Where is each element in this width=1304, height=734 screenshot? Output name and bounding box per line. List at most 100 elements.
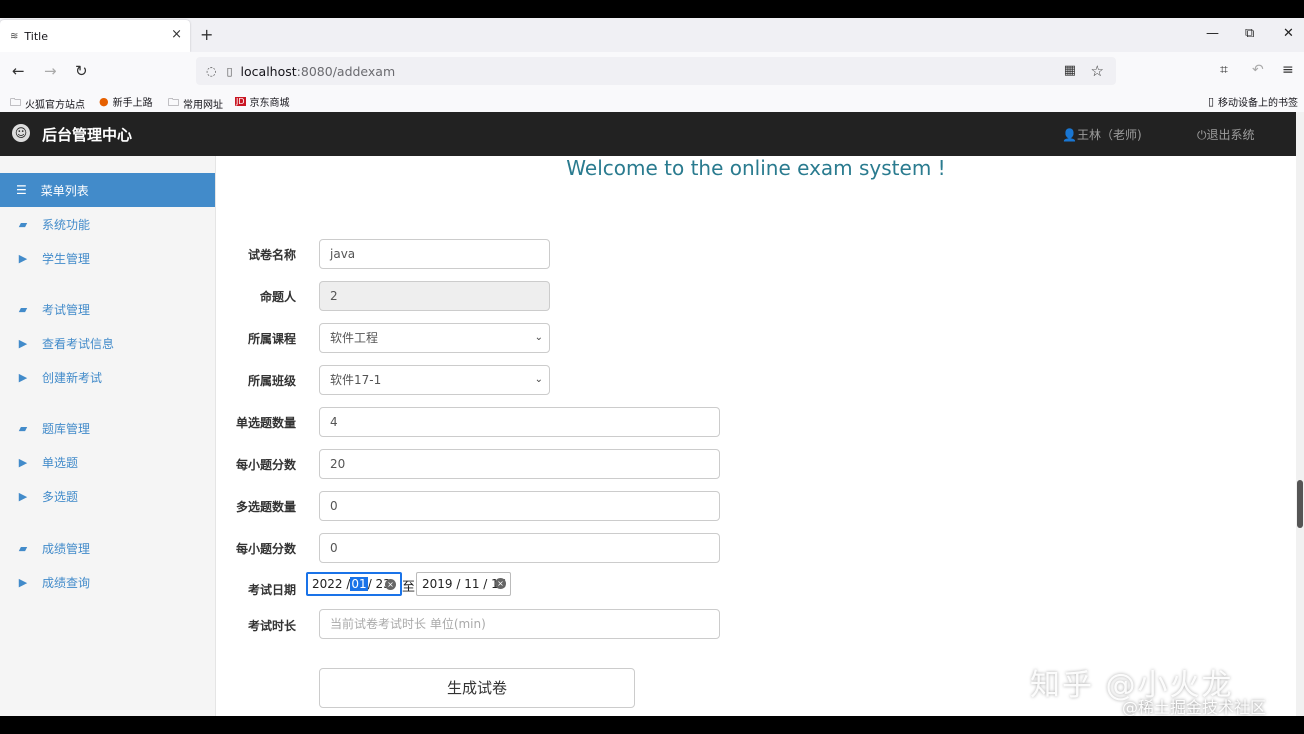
scrollbar-thumb[interactable] [1297,480,1303,528]
date-label: 考试日期 [247,583,296,597]
minimize-button[interactable]: — [1206,26,1219,41]
play-icon: ▶ [18,251,28,265]
briefcase-icon: ▰ [18,541,28,555]
sidebar-item-view-exams[interactable]: ▶ 查看考试信息 [0,328,215,358]
exam-name-label: 试卷名称 [247,248,296,262]
mobile-bookmarks[interactable]: ▯ 移动设备上的书签 [1208,94,1298,109]
sidebar-item-students[interactable]: ▶ 学生管理 [0,243,215,273]
browser-tab[interactable]: ≋ Title × [0,20,190,52]
course-selected-value: 软件工程 [330,331,379,345]
briefcase-icon: ▰ [18,421,28,435]
play-icon: ▶ [18,336,28,350]
sidebar-item-question-bank[interactable]: ▰ 题库管理 [0,413,215,443]
multi-score-label: 每小题分数 [235,542,296,556]
sidebar-item-grades[interactable]: ▰ 成绩管理 [0,533,215,563]
play-icon: ▶ [18,455,28,469]
welcome-title: Welcome to the online exam system ! [566,156,946,180]
single-score-input[interactable]: 20 [319,449,720,479]
sidebar-item-menu-list[interactable]: ☰ 菜单列表 [0,173,215,207]
forward-button[interactable]: → [44,62,57,80]
sidebar-item-single-choice[interactable]: ▶ 单选题 [0,447,215,477]
sidebar-item-system[interactable]: ▰ 系统功能 [0,209,215,239]
sidebar-item-multi-choice[interactable]: ▶ 多选题 [0,481,215,511]
undo-icon[interactable]: ↶ [1252,62,1264,78]
main-content: Welcome to the online exam system ! 试卷名称… [216,156,1296,716]
sidebar-item-label: 菜单列表 [40,183,89,198]
new-tab-button[interactable]: + [200,25,213,44]
bookmark-item[interactable]: JD 京东商城 [235,94,290,109]
sidebar-item-label: 单选题 [42,455,79,470]
sidebar: ☰ 菜单列表 ▰ 系统功能 ▶ 学生管理 ▰ 考试管理 ▶ 查看考试信息 ▶ 创建新考试 … [0,156,216,716]
folder-icon: 🗀 [10,96,21,109]
firefox-icon: ● [99,95,109,108]
bookmark-item[interactable]: ● 新手上路 [99,94,153,109]
duration-input[interactable]: 当前试卷考试时长 单位(min) [319,609,720,639]
bookmark-item[interactable]: 🗀 火狐官方站点 [10,94,85,113]
qr-code-icon[interactable]: ▦ [1064,63,1076,78]
class-select[interactable]: 软件17-1 ⌄ [319,365,550,395]
tab-title: Title [24,29,48,43]
end-date-input[interactable]: 2019 / 11 / 16 × [416,572,511,596]
window-close-button[interactable]: ✕ [1283,26,1294,41]
video-letterbox-bottom [0,716,1304,734]
sidebar-item-label: 查看考试信息 [42,336,115,351]
play-icon: ▶ [18,370,28,384]
logout-label: 退出系统 [1206,128,1255,142]
restore-button[interactable]: ⧉ [1245,26,1254,41]
app-header: ☺ 后台管理中心 👤王林（老师) ⏻退出系统 [0,112,1296,156]
course-select[interactable]: 软件工程 ⌄ [319,323,550,353]
logo-icon: ☺ [12,124,30,142]
bookmarks-bar: 🗀 火狐官方站点 ● 新手上路 🗀 常用网址 JD 京东商城 ▯ 移动设备上的书签 [0,90,1304,112]
url-text[interactable]: localhost:8080/addexam [241,64,396,79]
clear-icon[interactable]: × [385,579,396,590]
url-host: localhost [240,63,297,79]
user-menu[interactable]: 👤王林（老师) [1062,126,1142,143]
menu-icon[interactable]: ≡ [1282,62,1294,78]
page-icon: ▯ [226,64,233,78]
start-date-month[interactable]: 01 [350,577,368,591]
chevron-down-icon: ⌄ [534,332,543,343]
reload-button[interactable]: ↻ [75,62,88,80]
end-date-value: 2019 / 11 / 16 [422,577,507,591]
multi-score-input[interactable]: 0 [319,533,720,563]
chevron-down-icon: ⌄ [534,374,543,385]
mobile-device-icon: ▯ [1207,95,1214,108]
single-score-label: 每小题分数 [235,458,296,472]
multi-count-input[interactable]: 0 [319,491,720,521]
sidebar-item-grade-query[interactable]: ▶ 成绩查询 [0,567,215,597]
sidebar-item-label: 成绩查询 [42,575,91,590]
sidebar-item-label: 系统功能 [42,217,91,232]
bookmark-star-icon[interactable]: ☆ [1091,62,1104,80]
jd-icon: JD [235,97,246,106]
author-input: 2 [319,281,550,311]
sidebar-item-create-exam[interactable]: ▶ 创建新考试 [0,362,215,392]
sidebar-item-label: 题库管理 [42,421,91,436]
tracking-shield-icon[interactable]: ◌ [206,64,216,78]
sidebar-item-label: 学生管理 [42,251,91,266]
crop-icon[interactable]: ⌗ [1220,62,1228,78]
play-icon: ▶ [18,489,28,503]
exam-name-input[interactable]: java [319,239,550,269]
start-date-input[interactable]: 2022 /01/ 23 × [306,572,402,596]
bookmark-label: 新手上路 [112,98,153,109]
briefcase-icon: ▰ [18,302,28,316]
sidebar-item-exams[interactable]: ▰ 考试管理 [0,294,215,324]
date-range-separator: 至 [402,580,416,595]
single-count-input[interactable]: 4 [319,407,720,437]
start-date-year: 2022 / [312,577,351,591]
generate-exam-button[interactable]: 生成试卷 [319,668,635,708]
url-path: :8080/addexam [296,63,396,79]
app-brand[interactable]: 后台管理中心 [42,124,132,145]
power-icon: ⏻ [1197,128,1207,142]
user-icon: 👤 [1062,128,1077,142]
sidebar-item-label: 成绩管理 [42,541,91,556]
page-scrollbar[interactable] [1296,112,1304,716]
logout-link[interactable]: ⏻退出系统 [1197,126,1255,143]
bookmark-label: 常用网址 [183,100,223,111]
tab-close-button[interactable]: × [171,27,182,42]
clear-icon[interactable]: × [495,578,506,589]
back-button[interactable]: ← [12,62,25,80]
bookmark-item[interactable]: 🗀 常用网址 [168,94,223,113]
address-bar[interactable]: ◌ ▯ localhost:8080/addexam ▦ ☆ [196,57,1116,85]
bookmark-label: 火狐官方站点 [25,100,85,111]
